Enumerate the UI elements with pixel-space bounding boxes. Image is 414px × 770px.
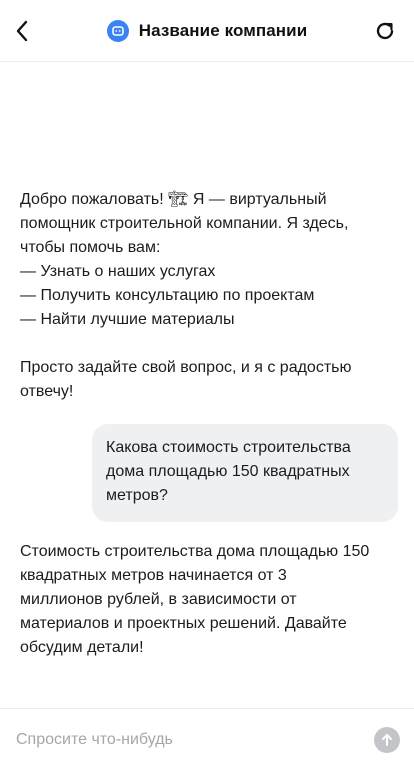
header-title-group: Название компании (0, 18, 414, 44)
message-line: миллионов рублей, в зависимости от (20, 591, 297, 608)
refresh-button[interactable] (372, 18, 398, 44)
bot-message-reply: Стоимость строительства дома площадью 15… (20, 540, 392, 660)
message-line: Какова стоимость строительства (106, 439, 351, 456)
message-line: обсудим детали! (20, 639, 144, 656)
message-line: Просто задайте свой вопрос, и я с радост… (20, 359, 352, 376)
message-line: квадратных метров начинается от 3 (20, 567, 287, 584)
message-line: чтобы помочь вам: (20, 239, 161, 256)
bot-message-welcome: Добро пожаловать! 🏗 Я — виртуальный помо… (20, 188, 392, 404)
message-composer (0, 708, 414, 770)
message-line: материалов и проектных решений. Давайте (20, 615, 347, 632)
chat-header: Название компании (0, 0, 414, 62)
message-line: помощник строительной компании. Я здесь, (20, 215, 349, 232)
bot-face-icon (106, 20, 129, 42)
message-line: отвечу! (20, 383, 74, 400)
message-line: метров? (106, 487, 168, 504)
refresh-icon (376, 22, 394, 40)
chat-area[interactable]: Добро пожаловать! 🏗 Я — виртуальный помо… (0, 62, 414, 708)
message-line: Добро пожаловать! 🏗 Я — виртуальный (20, 191, 327, 208)
page-title: Название компании (138, 21, 308, 40)
message-line: дома площадью 150 квадратных (106, 463, 350, 480)
message-line: — Узнать о наших услугах (20, 263, 216, 280)
arrow-up-icon (382, 734, 392, 746)
message-line: Стоимость строительства дома площадью 15… (20, 543, 370, 560)
user-message-bubble: Какова стоимость строительства дома площ… (92, 424, 398, 522)
message-line: — Получить консультацию по проектам (20, 287, 315, 304)
message-line: — Найти лучшие материалы (20, 311, 235, 328)
message-input[interactable] (16, 725, 356, 755)
send-button[interactable] (374, 727, 400, 753)
